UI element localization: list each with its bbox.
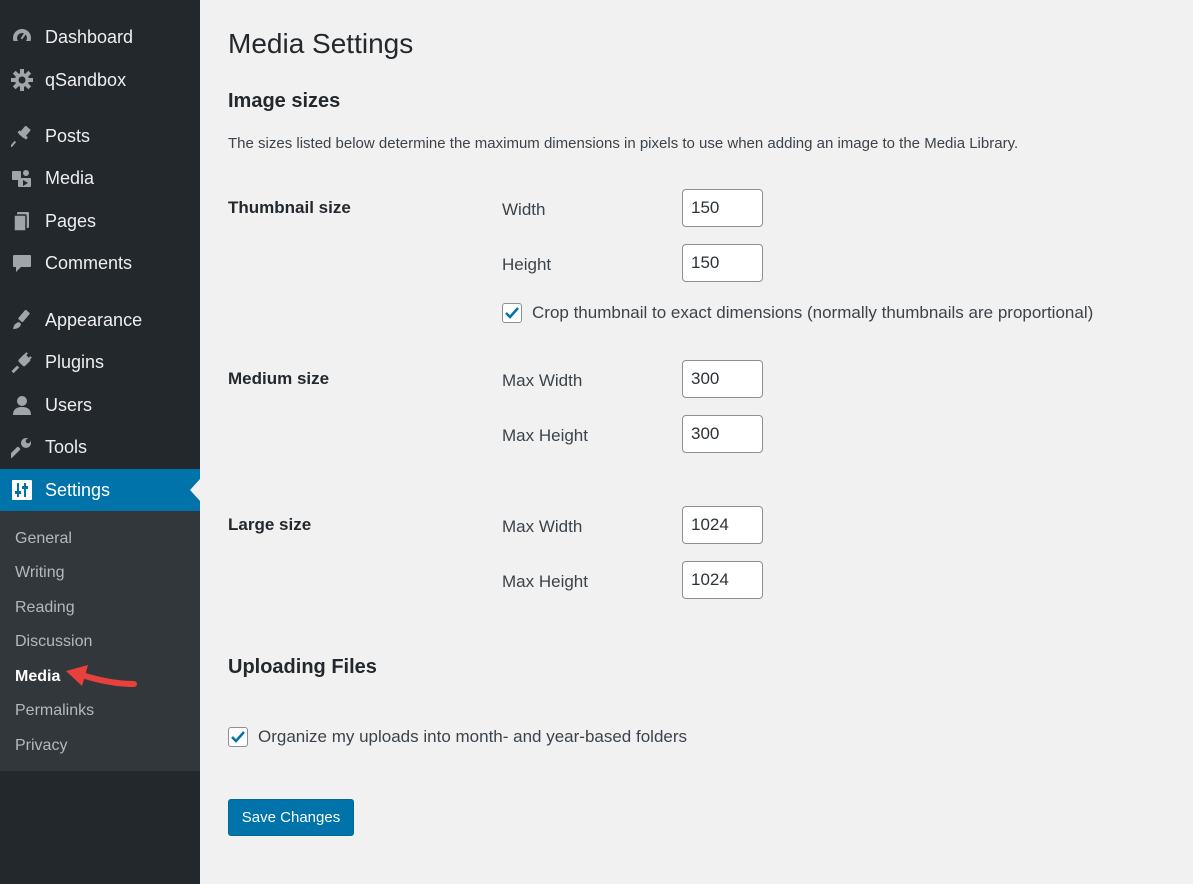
thumbnail-height-input[interactable] (682, 244, 763, 282)
large-width-label: Max Width (502, 517, 583, 536)
submenu-item-writing[interactable]: Writing (15, 564, 65, 582)
menu-label: Appearance (45, 309, 143, 330)
crop-thumbnail-checkbox[interactable] (502, 303, 522, 323)
submenu-item-permalinks[interactable]: Permalinks (15, 702, 94, 720)
menu-item-media[interactable]: Media (0, 158, 200, 198)
menu-item-appearance[interactable]: Appearance (0, 300, 200, 340)
wrench-icon (10, 435, 34, 459)
checkmark-icon (231, 731, 245, 743)
crop-thumbnail-option: Crop thumbnail to exact dimensions (norm… (502, 303, 1093, 323)
menu-label: qSandbox (45, 69, 127, 90)
page-title: Media Settings (228, 28, 414, 59)
uploading-files-heading: Uploading Files (228, 656, 377, 678)
medium-width-label: Max Width (502, 371, 583, 390)
organize-uploads-checkbox[interactable] (228, 727, 248, 747)
thumbnail-width-label: Width (502, 200, 546, 219)
red-arrow-annotation (66, 665, 137, 687)
menu-item-comments[interactable]: Comments (0, 243, 200, 283)
submenu-item-media[interactable]: Media (15, 668, 60, 686)
image-sizes-description: The sizes listed below determine the max… (228, 135, 1019, 152)
large-height-input[interactable] (682, 561, 763, 599)
menu-item-tools[interactable]: Tools (0, 427, 200, 467)
settings-icon (10, 478, 34, 502)
menu-item-posts[interactable]: Posts (0, 116, 200, 156)
thumbnail-size-label: Thumbnail size (228, 198, 351, 217)
large-size-label: Large size (228, 515, 312, 534)
checkmark-icon (505, 307, 519, 319)
menu-item-settings[interactable]: Settings (0, 469, 200, 511)
menu-item-plugins[interactable]: Plugins (0, 342, 200, 382)
submenu-item-general[interactable]: General (15, 530, 72, 548)
menu-label: Users (45, 394, 93, 415)
medium-height-input[interactable] (682, 415, 763, 453)
plug-icon (10, 350, 34, 374)
submenu-item-privacy[interactable]: Privacy (15, 737, 67, 755)
dashboard-icon (10, 25, 34, 49)
image-sizes-heading: Image sizes (228, 90, 341, 112)
medium-width-input[interactable] (682, 360, 763, 398)
menu-label: Media (45, 167, 95, 188)
menu-item-pages[interactable]: Pages (0, 201, 200, 241)
menu-label: Pages (45, 210, 97, 231)
crop-thumbnail-label: Crop thumbnail to exact dimensions (norm… (532, 303, 1094, 322)
menu-label: Comments (45, 252, 133, 273)
menu-label: Dashboard (45, 26, 134, 47)
medium-height-label: Max Height (502, 426, 588, 445)
organize-uploads-label: Organize my uploads into month- and year… (258, 727, 688, 746)
medium-size-label: Medium size (228, 369, 330, 388)
large-width-input[interactable] (682, 506, 763, 544)
menu-label: Tools (45, 436, 88, 457)
large-height-label: Max Height (502, 572, 588, 591)
pushpin-icon (10, 124, 34, 148)
menu-item-dashboard[interactable]: Dashboard (0, 17, 200, 57)
save-changes-button[interactable]: Save Changes (228, 799, 354, 836)
pages-icon (10, 209, 34, 233)
menu-item-users[interactable]: Users (0, 385, 200, 425)
organize-uploads-option: Organize my uploads into month- and year… (228, 727, 687, 747)
thumbnail-width-input[interactable] (682, 189, 763, 227)
media-icon (10, 166, 34, 190)
thumbnail-height-label: Height (502, 255, 552, 274)
admin-sidebar: Dashboard qSandbox Posts Media Pages Com… (0, 0, 200, 884)
menu-item-qsandbox[interactable]: qSandbox (0, 60, 200, 100)
menu-label: Settings (45, 479, 111, 500)
comment-icon (10, 251, 34, 275)
user-icon (10, 393, 34, 417)
paintbrush-icon (10, 308, 34, 332)
menu-label: Posts (45, 125, 91, 146)
menu-label: Plugins (45, 351, 105, 372)
gear-icon (10, 68, 34, 92)
submenu-item-discussion[interactable]: Discussion (15, 633, 92, 651)
settings-submenu: General Writing Reading Discussion Media… (0, 511, 200, 771)
submenu-item-reading[interactable]: Reading (15, 599, 75, 617)
